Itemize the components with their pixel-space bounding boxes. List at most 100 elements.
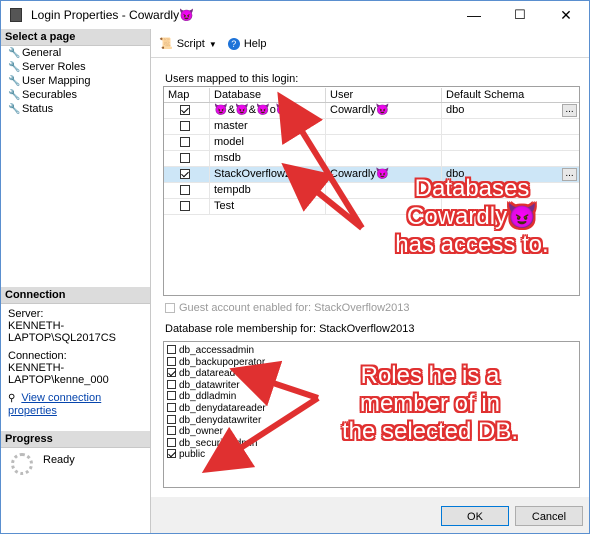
role-item[interactable]: public	[164, 448, 579, 460]
wrench-icon: 🔧	[8, 76, 21, 87]
role-checkbox[interactable]	[167, 368, 176, 378]
table-row[interactable]: master	[164, 119, 579, 135]
map-checkbox[interactable]	[180, 169, 190, 179]
close-button[interactable]: ✕	[543, 1, 589, 29]
page-server-roles[interactable]: 🔧 Server Roles	[1, 60, 150, 74]
page-general[interactable]: 🔧 General	[1, 46, 150, 60]
toolbar: 📜 Script ▼ ? Help	[159, 35, 270, 53]
connection-value: KENNETH-LAPTOP\kenne_000	[8, 362, 109, 386]
table-row[interactable]: model	[164, 135, 579, 151]
database-cell: 😈&😈&😈o😈	[210, 103, 326, 118]
database-cell: msdb	[210, 151, 326, 166]
minimize-button[interactable]: —	[451, 1, 497, 29]
col-default-schema[interactable]: Default Schema	[442, 88, 579, 102]
help-icon: ?	[227, 38, 240, 50]
select-page-header: Select a page	[1, 29, 150, 46]
role-label: db_backupoperator	[179, 356, 266, 368]
help-button[interactable]: Help	[244, 38, 267, 50]
role-label: db_owner	[179, 426, 223, 438]
role-label: db_datawriter	[179, 379, 240, 391]
guest-checkbox	[165, 303, 175, 313]
wrench-icon: 🔧	[8, 104, 21, 115]
connection-header: Connection	[1, 287, 150, 304]
map-checkbox[interactable]	[180, 153, 190, 163]
server-label: Server:	[8, 308, 44, 320]
toolbar-divider	[151, 57, 589, 58]
title-bar: Login Properties - Cowardly😈 — ☐ ✕	[1, 1, 589, 29]
role-checkbox[interactable]	[167, 437, 176, 447]
connection-label: Connection:	[8, 350, 67, 362]
annotation-databases: Databases Cowardly😈 has access to.	[395, 175, 549, 258]
grid-header: Map Database User Default Schema	[164, 87, 579, 103]
role-checkbox[interactable]	[167, 426, 176, 436]
database-cell: model	[210, 135, 326, 150]
role-label: db_denydatareader	[179, 402, 266, 414]
map-checkbox[interactable]	[180, 137, 190, 147]
map-checkbox[interactable]	[180, 105, 190, 115]
table-row[interactable]: 😈&😈&😈o😈 Cowardly😈 dbo...	[164, 103, 579, 119]
wrench-icon: 🔧	[8, 90, 21, 101]
role-checkbox[interactable]	[167, 449, 176, 459]
wrench-icon: 🔧	[8, 48, 21, 59]
page-user-mapping[interactable]: 🔧 User Mapping	[1, 74, 150, 88]
connection-section: Connection Server: KENNETH-LAPTOP\SQL201…	[1, 287, 150, 421]
role-label: public	[179, 449, 206, 461]
map-checkbox[interactable]	[180, 201, 190, 211]
user-cell[interactable]	[326, 119, 442, 134]
role-checkbox[interactable]	[167, 414, 176, 424]
progress-status: Ready	[43, 454, 75, 466]
database-cell: master	[210, 119, 326, 134]
role-checkbox[interactable]	[167, 379, 176, 389]
map-checkbox[interactable]	[180, 185, 190, 195]
schema-cell[interactable]	[442, 119, 579, 134]
login-properties-window: Login Properties - Cowardly😈 — ☐ ✕ Selec…	[0, 0, 590, 534]
progress-section: Progress Ready	[1, 431, 150, 475]
role-checkbox[interactable]	[167, 356, 176, 366]
annotation-roles: Roles he is a member of in the selected …	[341, 362, 519, 445]
col-user[interactable]: User	[326, 88, 442, 102]
col-map[interactable]: Map	[164, 88, 210, 102]
user-cell[interactable]	[326, 151, 442, 166]
connection-icon: ⚲	[8, 393, 16, 404]
window-title: Login Properties - Cowardly😈	[31, 8, 195, 22]
app-icon	[10, 8, 22, 22]
spinner-icon	[11, 453, 33, 475]
schema-cell[interactable]	[442, 151, 579, 166]
page-status[interactable]: 🔧 Status	[1, 102, 150, 116]
server-value: KENNETH-LAPTOP\SQL2017CS	[8, 320, 117, 344]
wrench-icon: 🔧	[8, 62, 21, 73]
user-cell[interactable]: Cowardly😈	[326, 103, 442, 118]
role-label: db_denydatawriter	[179, 414, 262, 426]
role-item[interactable]: db_accessadmin	[164, 344, 579, 356]
user-cell[interactable]	[326, 135, 442, 150]
role-label: db_accessadmin	[179, 345, 255, 356]
page-securables[interactable]: 🔧 Securables	[1, 88, 150, 102]
script-button[interactable]: Script	[177, 38, 205, 50]
left-pane: Select a page 🔧 General 🔧 Server Roles 🔧 Us…	[1, 29, 151, 533]
guest-account-option: Guest account enabled for: StackOverflow…	[165, 301, 410, 314]
table-row[interactable]: msdb	[164, 151, 579, 167]
dialog-footer: OK Cancel	[151, 497, 589, 533]
role-label: db_ddladmin	[179, 391, 237, 403]
map-checkbox[interactable]	[180, 121, 190, 131]
role-checkbox[interactable]	[167, 391, 176, 401]
col-database[interactable]: Database	[210, 88, 326, 102]
cancel-button[interactable]: Cancel	[515, 506, 583, 526]
maximize-button[interactable]: ☐	[497, 1, 543, 29]
role-checkbox[interactable]	[167, 402, 176, 412]
progress-header: Progress	[1, 431, 150, 448]
browse-schema-button[interactable]: ...	[562, 104, 577, 117]
view-connection-properties-link[interactable]: View connection properties	[8, 392, 101, 417]
schema-cell[interactable]	[442, 135, 579, 150]
chevron-down-icon[interactable]: ▼	[209, 40, 217, 49]
role-label: db_datareader	[179, 368, 245, 380]
database-cell: StackOverflow2013	[210, 167, 326, 182]
ok-button[interactable]: OK	[441, 506, 509, 526]
database-cell: tempdb	[210, 183, 326, 198]
schema-cell[interactable]: dbo...	[442, 103, 579, 118]
script-icon: 📜	[159, 38, 173, 50]
role-label: db_securityadmin	[179, 437, 258, 449]
database-cell: Test	[210, 199, 326, 214]
role-checkbox[interactable]	[167, 345, 176, 354]
role-membership-label: Database role membership for: StackOverf…	[165, 323, 415, 335]
